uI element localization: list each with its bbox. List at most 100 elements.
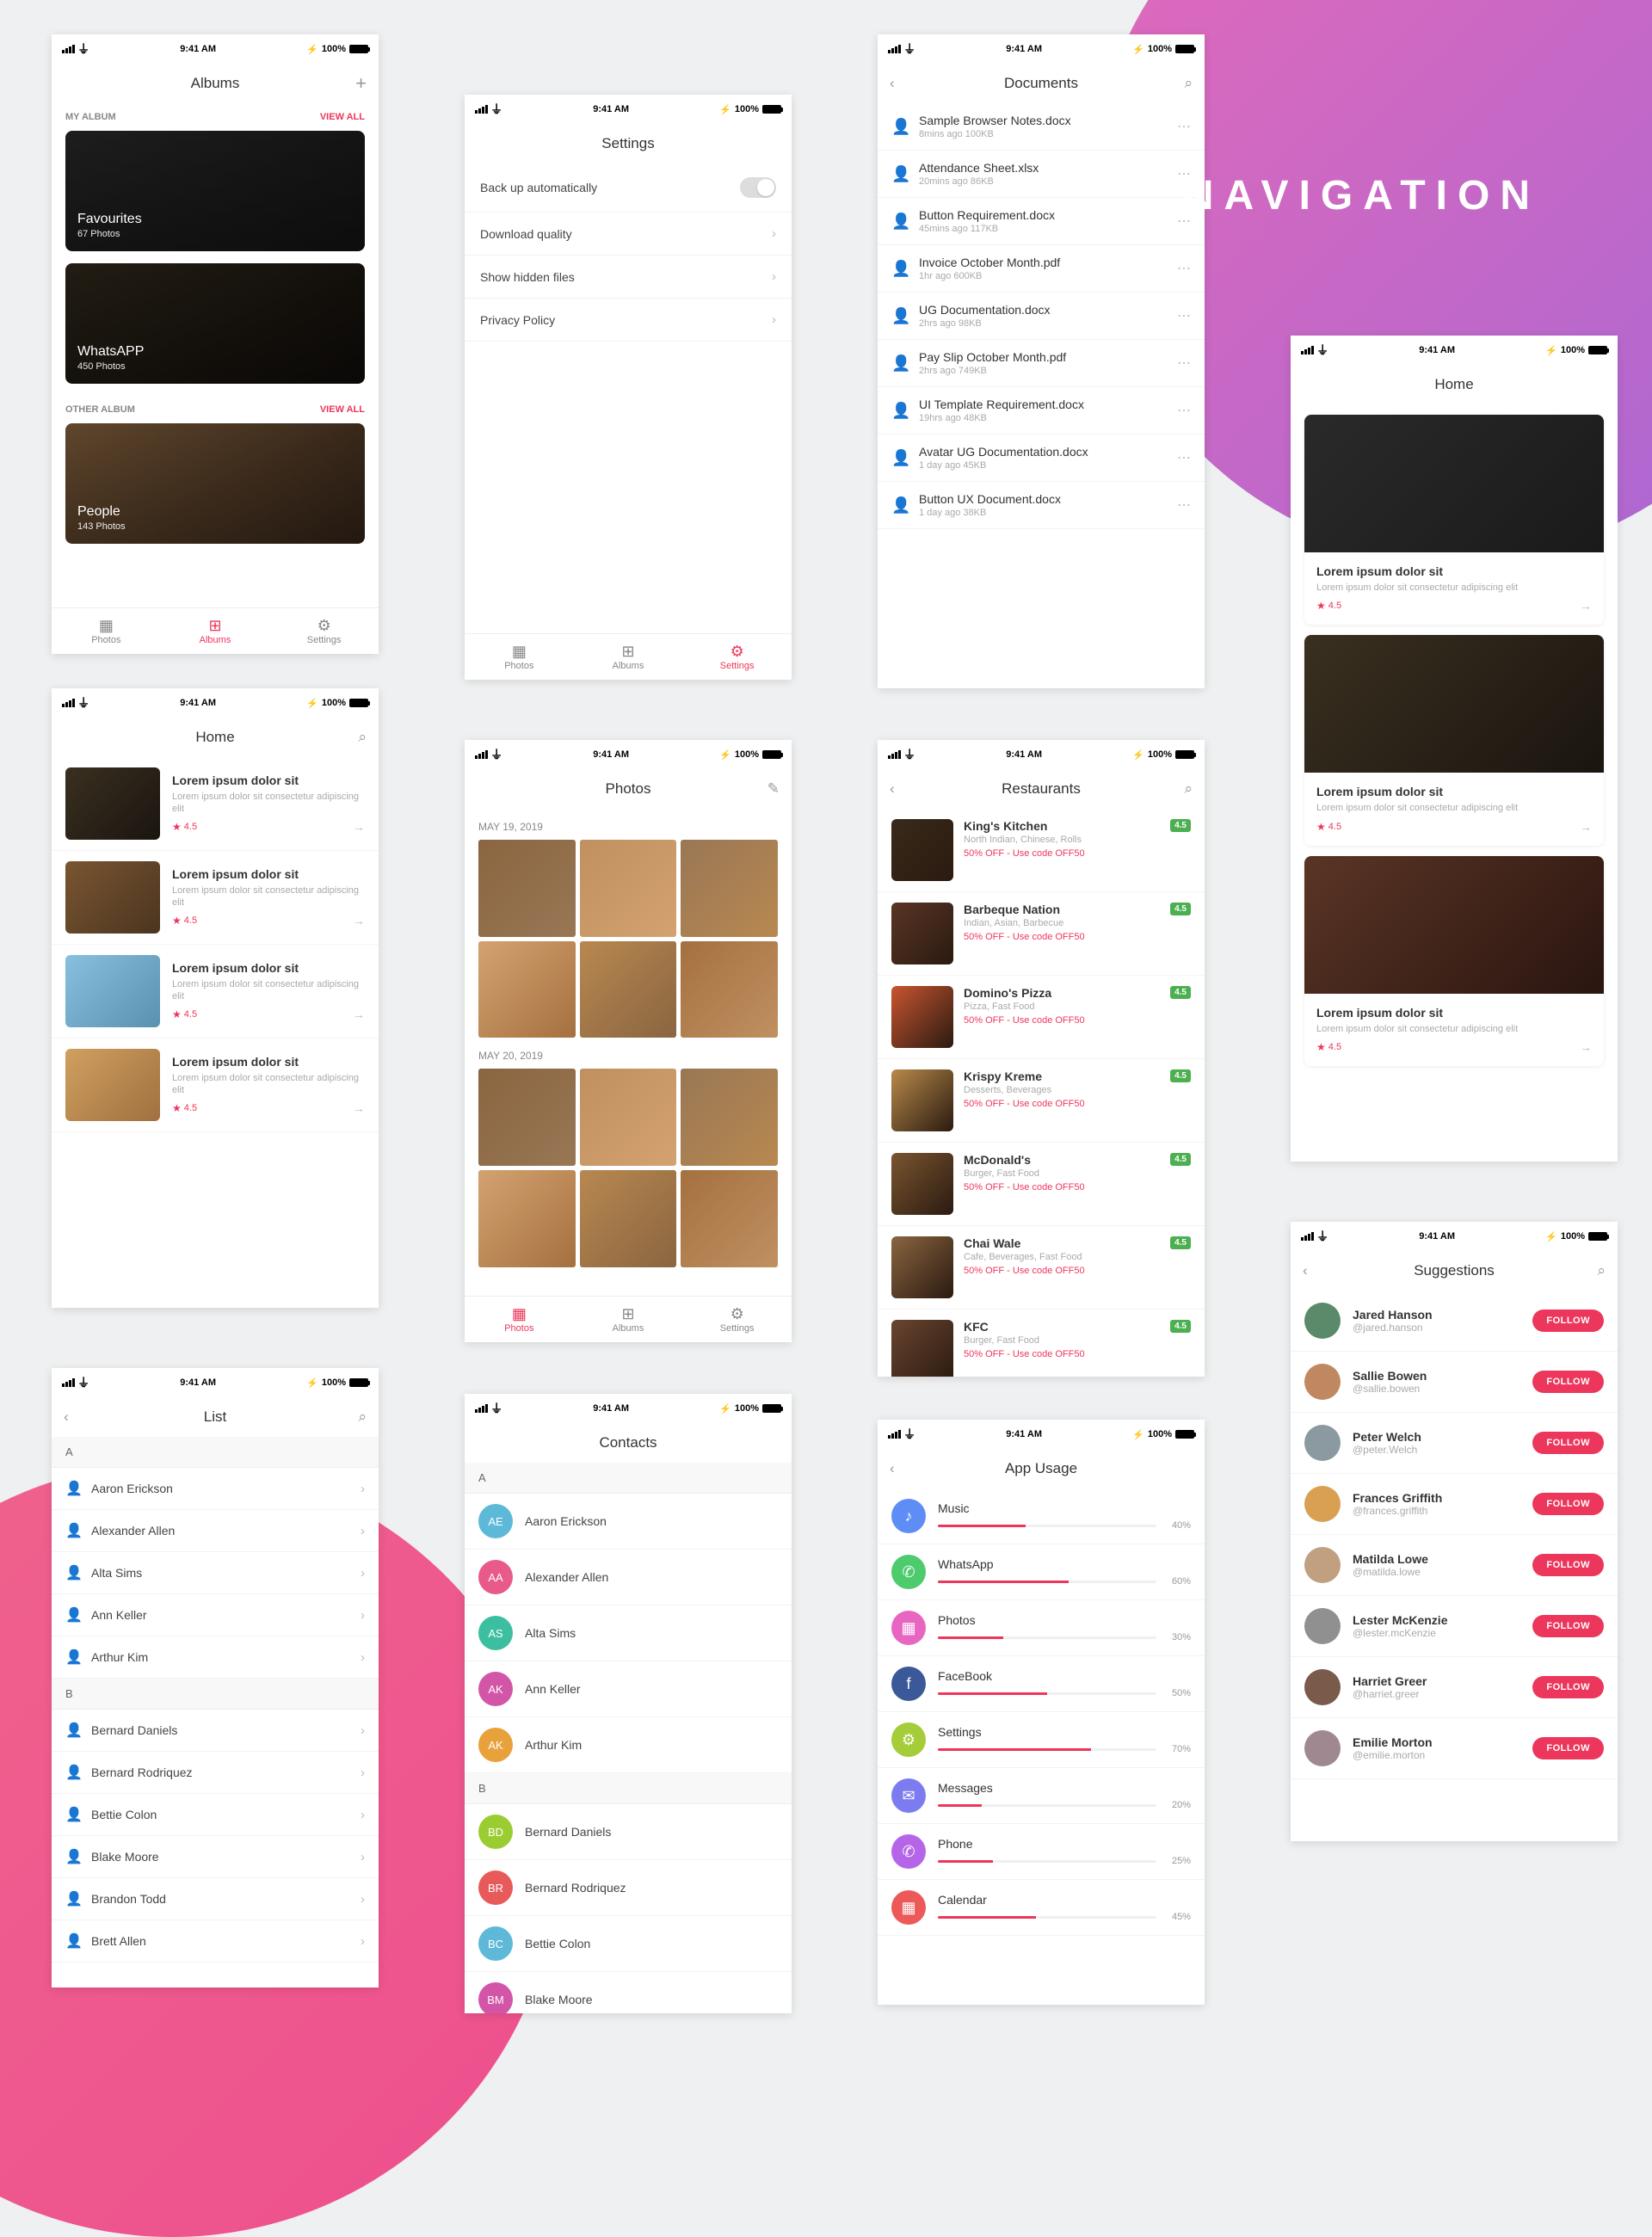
setting-backup[interactable]: Back up automatically [465,163,792,213]
list-item[interactable]: 👤Alta Sims› [52,1552,379,1594]
view-all-link[interactable]: VIEW ALL [320,112,365,122]
contact-item[interactable]: AEAaron Erickson [465,1494,792,1550]
follow-button[interactable]: FOLLOW [1532,1676,1604,1698]
tab-albums[interactable]: ⊞Albums [574,634,683,680]
follow-button[interactable]: FOLLOW [1532,1371,1604,1393]
back-icon[interactable]: ‹ [890,75,895,92]
avatar[interactable] [1304,1669,1341,1705]
avatar[interactable] [1304,1425,1341,1461]
view-all-link[interactable]: VIEW ALL [320,404,365,415]
contact-item[interactable]: BCBettie Colon [465,1916,792,1972]
more-icon[interactable]: ⋯ [1177,307,1191,324]
follow-button[interactable]: FOLLOW [1532,1615,1604,1637]
tab-settings[interactable]: ⚙Settings [682,634,792,680]
feed-item[interactable]: Lorem ipsum dolor sitLorem ipsum dolor s… [52,945,379,1038]
search-icon[interactable]: ⌕ [358,1408,367,1426]
photo-thumbnail[interactable] [681,1170,778,1267]
usage-item[interactable]: ▦Photos30% [878,1600,1205,1656]
list-item[interactable]: 👤Aaron Erickson› [52,1468,379,1510]
album-card-whatsapp[interactable]: WhatsAPP450 Photos [65,263,365,384]
setting-privacy[interactable]: Privacy Policy› [465,299,792,342]
more-icon[interactable]: ⋯ [1177,118,1191,135]
contact-item[interactable]: AKArthur Kim [465,1717,792,1773]
usage-item[interactable]: ♪Music40% [878,1488,1205,1544]
restaurant-item[interactable]: McDonald'sBurger, Fast Food50% OFF - Use… [878,1143,1205,1226]
document-row[interactable]: 👤Button UX Document.docx1 day ago 38KB⋯ [878,482,1205,529]
photo-thumbnail[interactable] [478,1170,576,1267]
list-item[interactable]: 👤Alexander Allen› [52,1510,379,1552]
search-icon[interactable]: ⌕ [1597,1262,1606,1279]
restaurant-item[interactable]: Domino's PizzaPizza, Fast Food50% OFF - … [878,976,1205,1059]
back-icon[interactable]: ‹ [1303,1262,1308,1279]
contact-item[interactable]: AKAnn Keller [465,1661,792,1717]
photo-thumbnail[interactable] [478,1069,576,1166]
document-row[interactable]: 👤Attendance Sheet.xlsx20mins ago 86KB⋯ [878,151,1205,198]
document-row[interactable]: 👤UG Documentation.docx2hrs ago 98KB⋯ [878,293,1205,340]
feed-item[interactable]: Lorem ipsum dolor sitLorem ipsum dolor s… [52,1038,379,1132]
toggle[interactable] [740,177,776,198]
feed-card[interactable]: Lorem ipsum dolor sitLorem ipsum dolor s… [1304,856,1604,1066]
follow-button[interactable]: FOLLOW [1532,1737,1604,1759]
album-card-favourites[interactable]: Favourites67 Photos [65,131,365,251]
photo-thumbnail[interactable] [580,840,677,937]
more-icon[interactable]: ⋯ [1177,402,1191,419]
follow-button[interactable]: FOLLOW [1532,1554,1604,1576]
list-item[interactable]: 👤Brett Allen› [52,1920,379,1963]
feed-item[interactable]: Lorem ipsum dolor sitLorem ipsum dolor s… [52,757,379,851]
search-icon[interactable]: ⌕ [1184,75,1193,92]
tab-settings[interactable]: ⚙Settings [269,608,379,654]
feed-card[interactable]: Lorem ipsum dolor sitLorem ipsum dolor s… [1304,415,1604,625]
feed-card[interactable]: Lorem ipsum dolor sitLorem ipsum dolor s… [1304,635,1604,845]
document-row[interactable]: 👤Sample Browser Notes.docx8mins ago 100K… [878,103,1205,151]
document-row[interactable]: 👤Button Requirement.docx45mins ago 117KB… [878,198,1205,245]
list-item[interactable]: 👤Brandon Todd› [52,1878,379,1920]
search-icon[interactable]: ⌕ [358,729,367,746]
follow-button[interactable]: FOLLOW [1532,1432,1604,1454]
album-card-people[interactable]: People143 Photos [65,423,365,544]
setting-download[interactable]: Download quality› [465,213,792,256]
list-item[interactable]: 👤Blake Moore› [52,1836,379,1878]
more-icon[interactable]: ⋯ [1177,496,1191,514]
contact-item[interactable]: BMBlake Moore [465,1972,792,2013]
contact-item[interactable]: ASAlta Sims [465,1605,792,1661]
more-icon[interactable]: ⋯ [1177,354,1191,372]
usage-item[interactable]: ⚙Settings70% [878,1712,1205,1768]
list-item[interactable]: 👤Ann Keller› [52,1594,379,1636]
back-icon[interactable]: ‹ [890,780,895,798]
photo-thumbnail[interactable] [580,1170,677,1267]
add-icon[interactable]: + [355,72,367,95]
photo-thumbnail[interactable] [580,1069,677,1166]
back-icon[interactable]: ‹ [64,1408,69,1426]
avatar[interactable] [1304,1486,1341,1522]
search-icon[interactable]: ⌕ [1184,780,1193,798]
list-item[interactable]: 👤Arthur Kim› [52,1636,379,1679]
photo-thumbnail[interactable] [681,1069,778,1166]
contact-item[interactable]: AAAlexander Allen [465,1550,792,1605]
usage-item[interactable]: ✉Messages20% [878,1768,1205,1824]
tab-albums[interactable]: ⊞Albums [574,1297,683,1342]
more-icon[interactable]: ⋯ [1177,449,1191,466]
follow-button[interactable]: FOLLOW [1532,1310,1604,1332]
usage-item[interactable]: ✆Phone25% [878,1824,1205,1880]
usage-item[interactable]: ▦Calendar45% [878,1880,1205,1936]
list-item[interactable]: 👤Bernard Rodriquez› [52,1752,379,1794]
document-row[interactable]: 👤Pay Slip October Month.pdf2hrs ago 749K… [878,340,1205,387]
usage-item[interactable]: fFaceBook50% [878,1656,1205,1712]
follow-button[interactable]: FOLLOW [1532,1493,1604,1515]
document-row[interactable]: 👤Avatar UG Documentation.docx1 day ago 4… [878,434,1205,482]
tab-photos[interactable]: ▦Photos [465,634,574,680]
list-item[interactable]: 👤Bernard Daniels› [52,1710,379,1752]
contact-item[interactable]: BDBernard Daniels [465,1804,792,1860]
restaurant-item[interactable]: Chai WaleCafe, Beverages, Fast Food50% O… [878,1226,1205,1310]
photo-thumbnail[interactable] [478,941,576,1038]
avatar[interactable] [1304,1364,1341,1400]
back-icon[interactable]: ‹ [890,1460,895,1477]
avatar[interactable] [1304,1608,1341,1644]
usage-item[interactable]: ✆WhatsApp60% [878,1544,1205,1600]
restaurant-item[interactable]: Krispy KremeDesserts, Beverages50% OFF -… [878,1059,1205,1143]
photo-thumbnail[interactable] [478,840,576,937]
setting-hidden[interactable]: Show hidden files› [465,256,792,299]
avatar[interactable] [1304,1303,1341,1339]
restaurant-item[interactable]: Barbeque NationIndian, Asian, Barbecue50… [878,892,1205,976]
tab-albums[interactable]: ⊞Albums [161,608,270,654]
